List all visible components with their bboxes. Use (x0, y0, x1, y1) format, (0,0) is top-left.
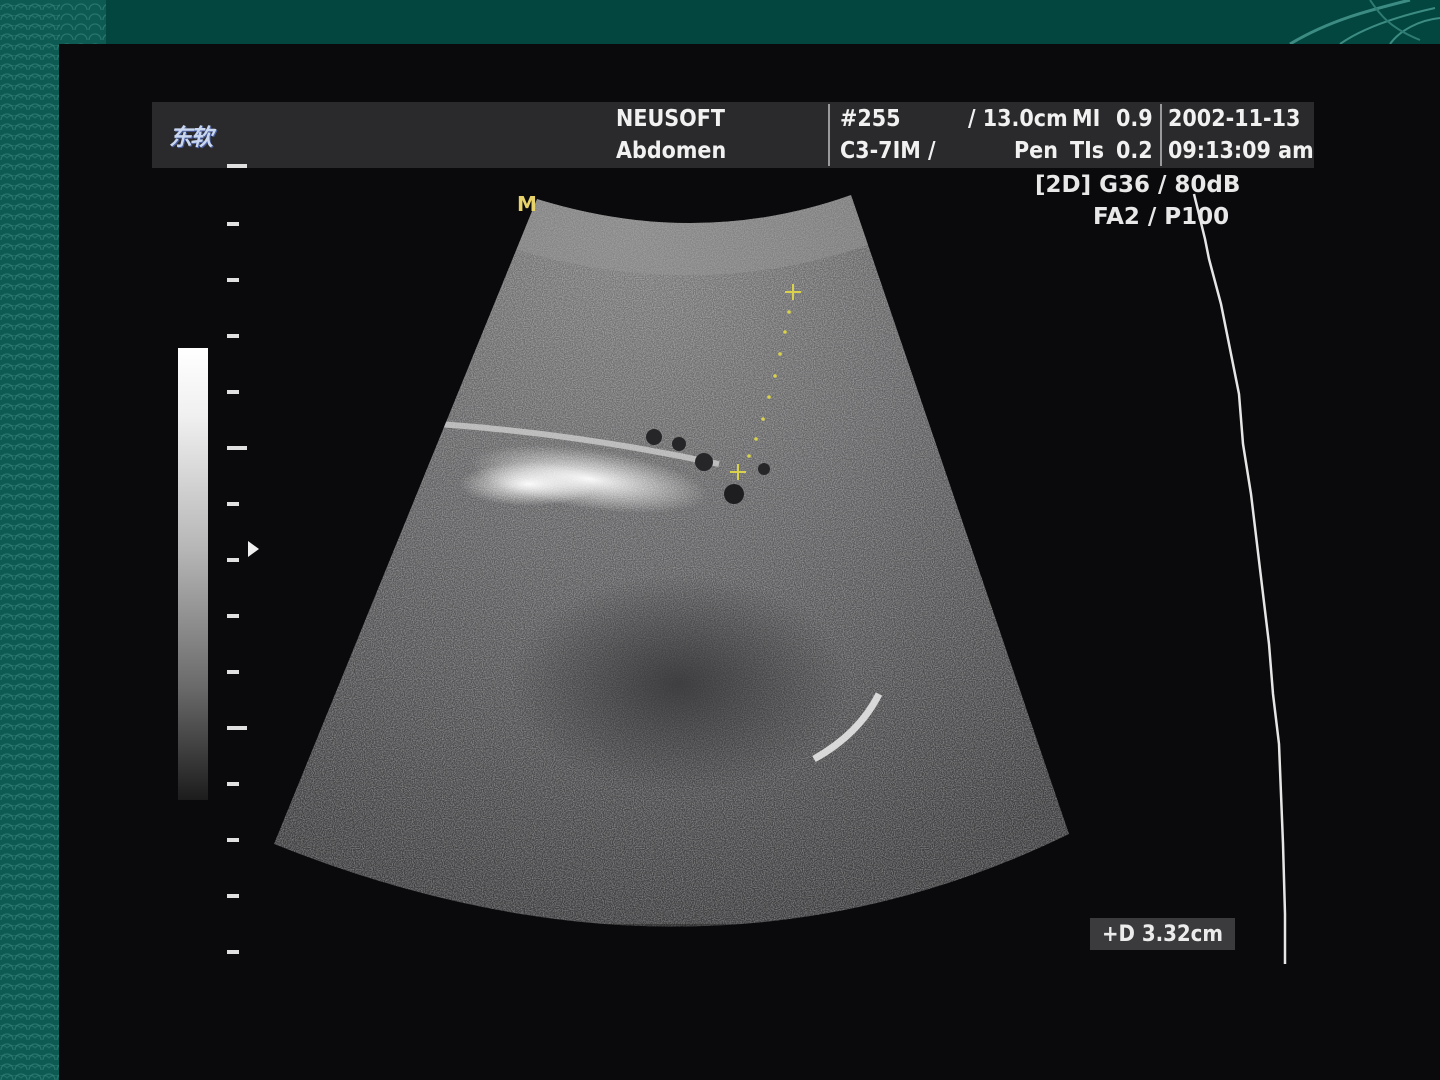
depth-tick (227, 222, 239, 226)
depth-tick (227, 502, 239, 506)
probe-label: C3-7IM / (840, 138, 936, 164)
depth-tick (227, 838, 239, 842)
left-decorative-strip (0, 0, 60, 1080)
depth-tick (227, 334, 239, 338)
measurement-label: +D 3.32cm (1101, 921, 1224, 947)
depth-tick (227, 278, 239, 282)
manufacturer-label: NEUSOFT (616, 106, 726, 132)
depth-tick (227, 446, 247, 450)
depth-tick (227, 726, 247, 730)
imaging-params-line2: FA2 / P100 (1093, 204, 1230, 230)
exam-date: 2002-11-13 (1168, 106, 1301, 132)
mi-label: MI (1072, 106, 1101, 132)
depth-label: / 13.0cm (968, 106, 1068, 132)
logo-text: 东软 (169, 124, 213, 151)
ultrasound-screen: 东软 NEUSOFT Abdomen #255 C3-7IM / / 13.0c… (59, 44, 1440, 1080)
depth-tick (227, 782, 239, 786)
corner-decorative-pattern (60, 0, 106, 44)
orientation-marker: M (517, 192, 537, 216)
neusoft-logo-icon: 东软 (160, 114, 220, 156)
depth-scale (227, 164, 247, 964)
preset-label: Abdomen (616, 138, 727, 164)
depth-tick (227, 558, 239, 562)
depth-tick (227, 950, 239, 954)
leaf-decoration-icon (1289, 0, 1440, 44)
pen-label: Pen (1014, 138, 1058, 164)
top-band (106, 0, 1440, 44)
ecg-trace (1192, 193, 1287, 964)
depth-tick (227, 390, 239, 394)
depth-tick (227, 614, 239, 618)
imaging-params-line1: [2D] G36 / 80dB (1035, 172, 1241, 198)
grayscale-bar (178, 348, 208, 800)
exam-time: 09:13:09 am (1168, 138, 1314, 164)
tis-value: 0.2 (1116, 138, 1153, 164)
image-number: #255 (840, 106, 901, 132)
divider (1160, 104, 1162, 166)
mi-value: 0.9 (1116, 106, 1153, 132)
focus-arrow-icon (248, 541, 259, 557)
header-info-bar: 东软 NEUSOFT Abdomen #255 C3-7IM / / 13.0c… (152, 102, 1314, 168)
tis-label: TIs (1070, 138, 1105, 164)
measurement-readout: +D 3.32cm (1090, 918, 1235, 950)
depth-tick (227, 670, 239, 674)
depth-tick (227, 164, 247, 168)
depth-tick (227, 894, 239, 898)
divider (828, 104, 830, 166)
